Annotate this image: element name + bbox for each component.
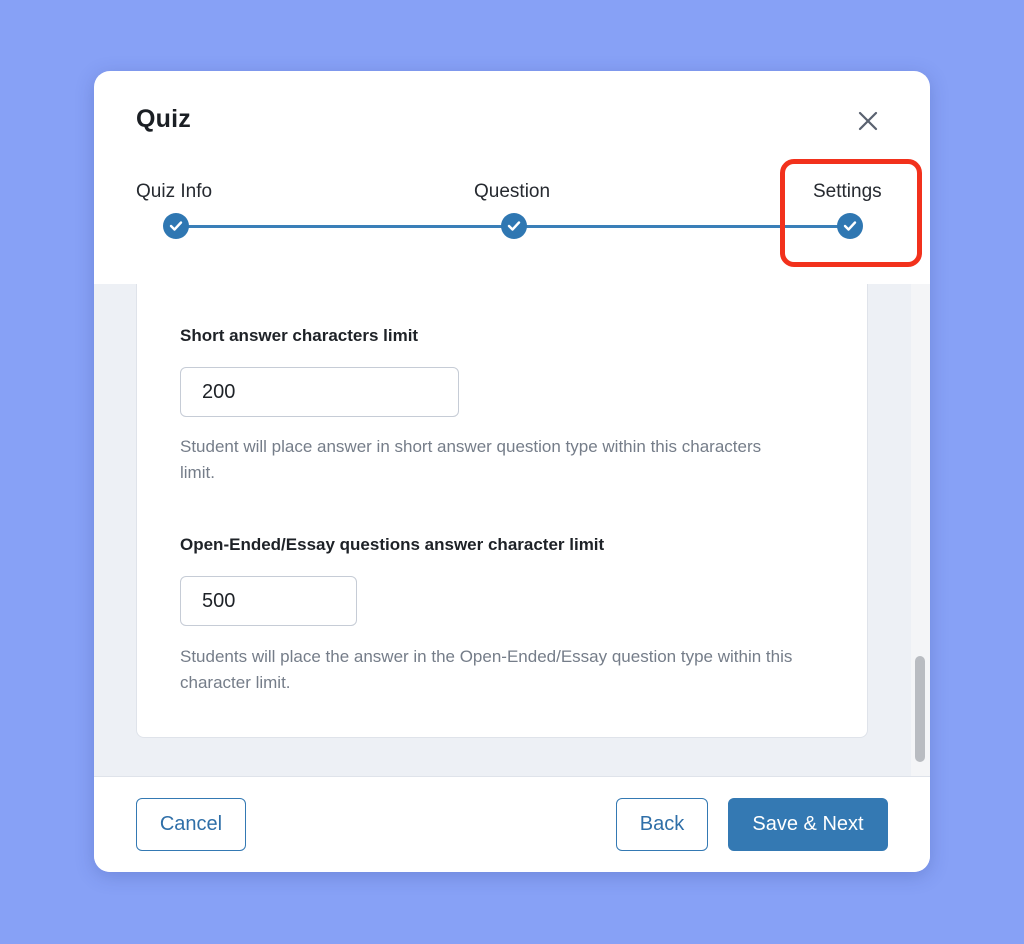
- cancel-button[interactable]: Cancel: [136, 798, 246, 851]
- step-label: Question: [474, 181, 551, 202]
- check-icon: [169, 221, 183, 231]
- modal-title: Quiz: [136, 105, 191, 133]
- step-complete-indicator[interactable]: [501, 213, 527, 239]
- step-label: Quiz Info: [136, 181, 213, 202]
- short-answer-limit-help: Student will place answer in short answe…: [180, 437, 762, 482]
- settings-card: Short answer characters limit Student wi…: [136, 284, 868, 738]
- modal-body: Short answer characters limit Student wi…: [94, 284, 930, 776]
- open-ended-limit-label: Open-Ended/Essay questions answer charac…: [180, 535, 605, 554]
- save-next-button[interactable]: Save & Next: [728, 798, 888, 851]
- back-button[interactable]: Back: [616, 798, 708, 851]
- scrollbar[interactable]: [911, 284, 930, 776]
- scrollbar-thumb[interactable]: [915, 656, 925, 762]
- short-answer-limit-label: Short answer characters limit: [180, 326, 419, 345]
- step-complete-indicator[interactable]: [163, 213, 189, 239]
- highlight-annotation-box: [780, 159, 922, 267]
- open-ended-limit-help: Students will place the answer in the Op…: [180, 647, 793, 692]
- short-answer-limit-input[interactable]: [180, 367, 459, 417]
- quiz-modal: Quiz Quiz Info Question Settings Short a…: [94, 71, 930, 872]
- check-icon: [507, 221, 521, 231]
- close-button[interactable]: [852, 105, 884, 137]
- modal-footer: Cancel Back Save & Next: [94, 776, 930, 872]
- open-ended-limit-input[interactable]: [180, 576, 357, 626]
- close-icon: [858, 111, 878, 131]
